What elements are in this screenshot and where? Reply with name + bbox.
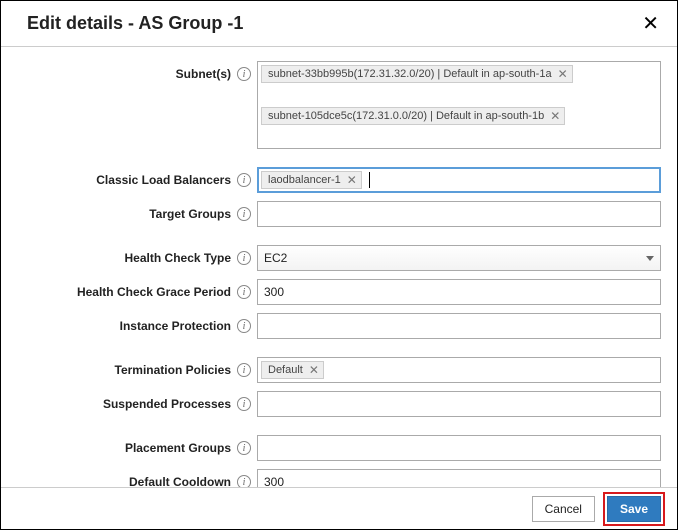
tag-label: subnet-105dce5c(172.31.0.0/20) | Default…: [268, 110, 544, 122]
remove-icon[interactable]: ✕: [558, 68, 568, 80]
label-instance-protection: Instance Protection: [120, 319, 231, 333]
remove-icon[interactable]: ✕: [347, 174, 357, 186]
remove-icon[interactable]: ✕: [550, 110, 560, 122]
tag-label: Default: [268, 364, 303, 376]
cancel-button[interactable]: Cancel: [532, 496, 595, 522]
info-icon[interactable]: i: [237, 363, 251, 377]
tag-label: laodbalancer-1: [268, 174, 341, 186]
health-check-grace-input[interactable]: [257, 279, 661, 305]
row-suspended-processes: Suspended Processes i: [17, 391, 661, 417]
default-cooldown-input[interactable]: [257, 469, 661, 487]
row-health-check-grace: Health Check Grace Period i: [17, 279, 661, 305]
classic-lb-input[interactable]: laodbalancer-1 ✕: [257, 167, 661, 193]
label-suspended-processes: Suspended Processes: [103, 397, 231, 411]
label-health-check-grace: Health Check Grace Period: [77, 285, 231, 299]
subnet-tag: subnet-105dce5c(172.31.0.0/20) | Default…: [261, 107, 565, 125]
info-icon[interactable]: i: [237, 251, 251, 265]
modal-footer: Cancel Save: [1, 487, 677, 529]
target-groups-input[interactable]: [257, 201, 661, 227]
modal-header: Edit details - AS Group -1 ✕: [1, 1, 677, 47]
label-default-cooldown: Default Cooldown: [129, 475, 231, 487]
row-instance-protection: Instance Protection i: [17, 313, 661, 339]
edit-details-modal: Edit details - AS Group -1 ✕ Subnet(s) i…: [0, 0, 678, 530]
info-icon[interactable]: i: [237, 475, 251, 487]
subnets-input[interactable]: subnet-33bb995b(172.31.32.0/20) | Defaul…: [257, 61, 661, 149]
row-classic-lb: Classic Load Balancers i laodbalancer-1 …: [17, 167, 661, 193]
subnet-tag: subnet-33bb995b(172.31.32.0/20) | Defaul…: [261, 65, 573, 83]
info-icon[interactable]: i: [237, 285, 251, 299]
info-icon[interactable]: i: [237, 207, 251, 221]
label-target-groups: Target Groups: [149, 207, 231, 221]
lb-tag: laodbalancer-1 ✕: [261, 171, 362, 189]
health-check-type-select[interactable]: EC2: [257, 245, 661, 271]
label-health-check-type: Health Check Type: [125, 251, 231, 265]
row-subnets: Subnet(s) i subnet-33bb995b(172.31.32.0/…: [17, 61, 661, 149]
row-health-check-type: Health Check Type i EC2: [17, 245, 661, 271]
label-termination-policies: Termination Policies: [115, 363, 231, 377]
info-icon[interactable]: i: [237, 319, 251, 333]
termination-policies-input[interactable]: Default ✕: [257, 357, 661, 383]
row-target-groups: Target Groups i: [17, 201, 661, 227]
info-icon[interactable]: i: [237, 397, 251, 411]
remove-icon[interactable]: ✕: [309, 364, 319, 376]
row-termination-policies: Termination Policies i Default ✕: [17, 357, 661, 383]
text-cursor: [369, 172, 370, 188]
label-placement-groups: Placement Groups: [125, 441, 231, 455]
select-value: EC2: [264, 251, 287, 265]
modal-title: Edit details - AS Group -1: [27, 13, 243, 34]
modal-body[interactable]: Subnet(s) i subnet-33bb995b(172.31.32.0/…: [1, 47, 677, 487]
label-subnets: Subnet(s): [176, 67, 231, 81]
chevron-down-icon: [646, 256, 654, 261]
save-button[interactable]: Save: [607, 496, 661, 522]
placement-groups-input[interactable]: [257, 435, 661, 461]
tag-label: subnet-33bb995b(172.31.32.0/20) | Defaul…: [268, 68, 552, 80]
instance-protection-input[interactable]: [257, 313, 661, 339]
info-icon[interactable]: i: [237, 441, 251, 455]
save-highlight: Save: [603, 492, 665, 526]
suspended-processes-input[interactable]: [257, 391, 661, 417]
label-classic-lb: Classic Load Balancers: [96, 173, 231, 187]
policy-tag: Default ✕: [261, 361, 324, 379]
row-placement-groups: Placement Groups i: [17, 435, 661, 461]
close-icon[interactable]: ✕: [642, 14, 659, 34]
row-default-cooldown: Default Cooldown i: [17, 469, 661, 487]
info-icon[interactable]: i: [237, 67, 251, 81]
info-icon[interactable]: i: [237, 173, 251, 187]
